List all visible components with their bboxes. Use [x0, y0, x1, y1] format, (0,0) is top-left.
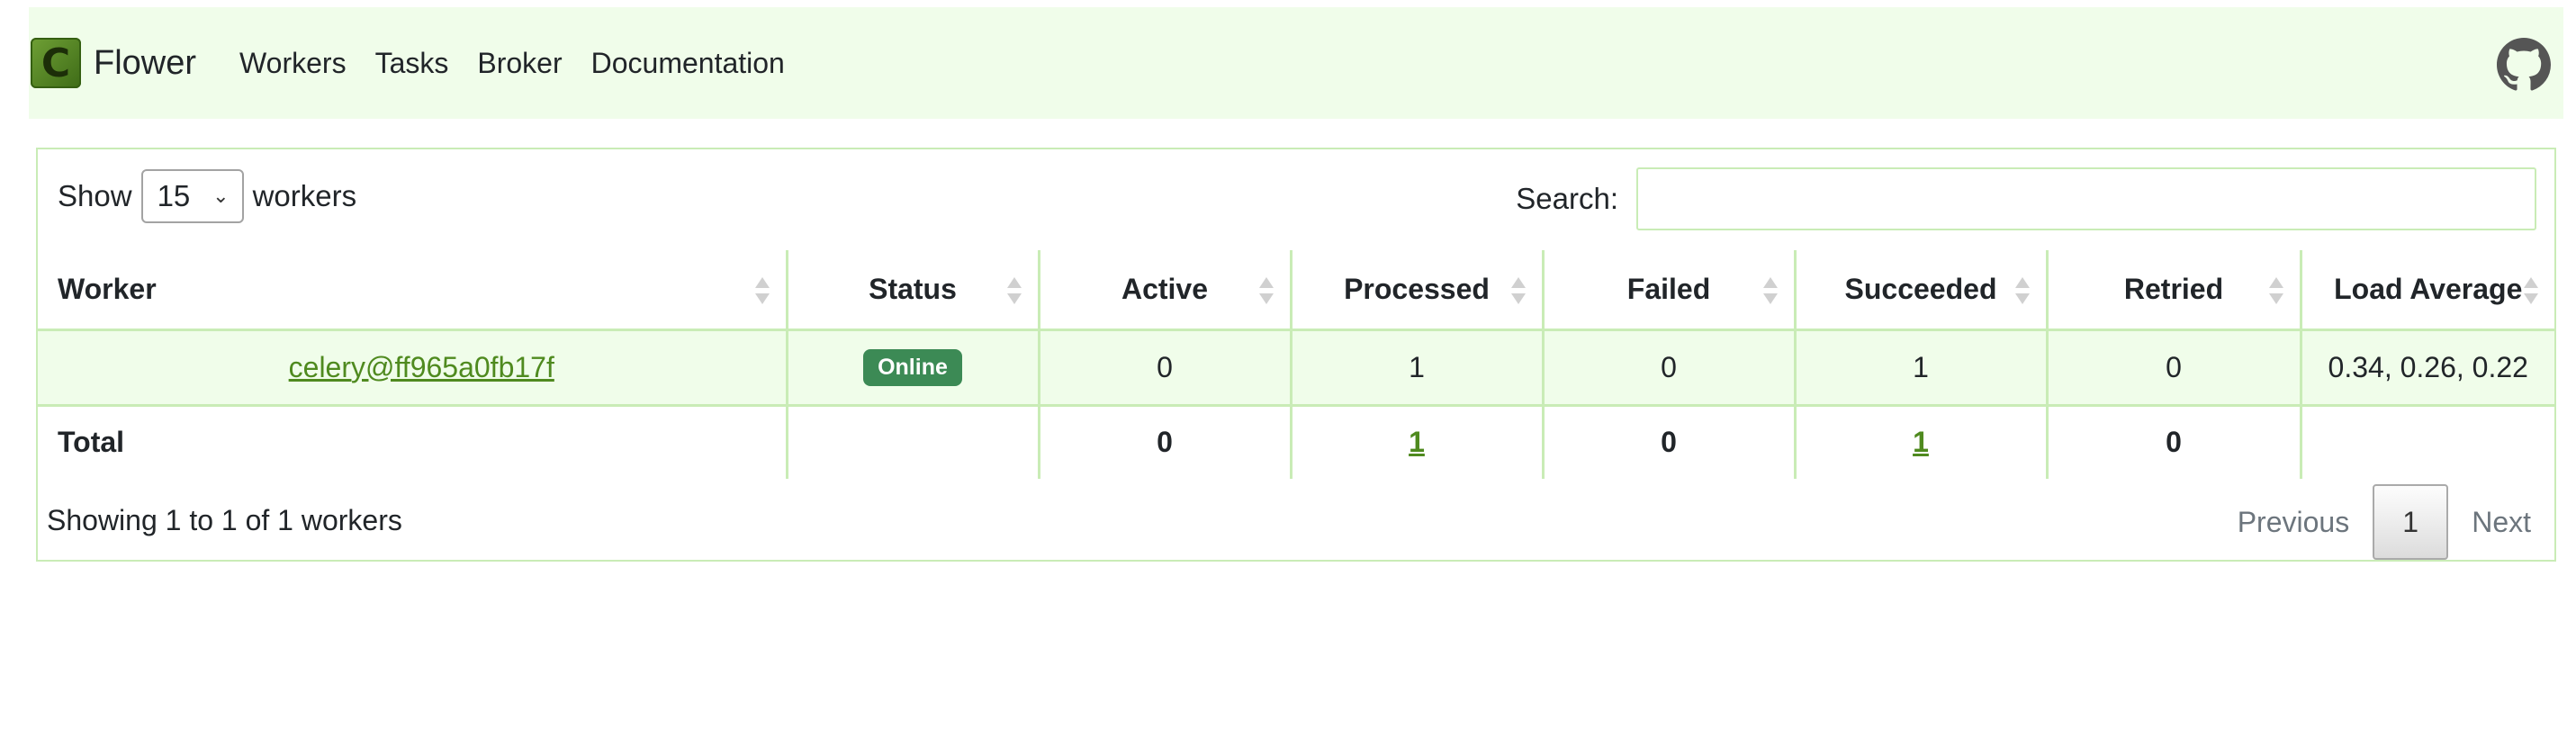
- retried-cell: 0: [2045, 329, 2301, 407]
- nav-documentation[interactable]: Documentation: [591, 47, 785, 80]
- col-header-succeeded[interactable]: Succeeded: [1793, 250, 2047, 331]
- sort-icon: [1510, 277, 1526, 304]
- celery-logo-icon: C: [31, 38, 81, 88]
- failed-cell: 0: [1541, 329, 1795, 407]
- total-failed: 0: [1541, 405, 1795, 479]
- status-badge: Online: [863, 349, 962, 386]
- workers-label: workers: [252, 179, 357, 212]
- worker-link[interactable]: celery@ff965a0fb17f: [289, 351, 554, 383]
- total-status-cell: [785, 405, 1039, 479]
- workers-panel: Show 15 ⌄ workers Search: Worker Status …: [36, 148, 2556, 562]
- nav-tasks[interactable]: Tasks: [375, 47, 449, 80]
- total-succeeded-cell: 1: [1793, 405, 2047, 479]
- table-info: Showing 1 to 1 of 1 workers: [47, 504, 402, 536]
- col-header-processed[interactable]: Processed: [1289, 250, 1543, 331]
- page-size-control: Show 15 ⌄ workers: [58, 169, 356, 223]
- search-label: Search:: [1516, 182, 1618, 215]
- total-succeeded-link[interactable]: 1: [1913, 426, 1929, 458]
- total-label: Total: [58, 426, 125, 459]
- succeeded-cell: 1: [1793, 329, 2047, 407]
- nav-workers[interactable]: Workers: [239, 47, 347, 80]
- next-button[interactable]: Next: [2448, 484, 2554, 560]
- brand-name: Flower: [94, 43, 197, 82]
- col-header-status[interactable]: Status: [785, 250, 1039, 331]
- workers-table: Worker Status Active Processed Failed Su…: [38, 250, 2554, 479]
- sort-icon: [1762, 277, 1778, 304]
- total-retried: 0: [2045, 405, 2301, 479]
- brand[interactable]: C Flower: [31, 38, 196, 88]
- previous-button[interactable]: Previous: [2214, 484, 2373, 560]
- col-header-worker[interactable]: Worker: [38, 250, 787, 331]
- github-icon[interactable]: [2497, 38, 2551, 92]
- col-header-retried[interactable]: Retried: [2045, 250, 2301, 331]
- show-label: Show: [58, 179, 132, 212]
- page-size-value: 15: [157, 179, 191, 212]
- sort-icon: [2014, 277, 2030, 304]
- status-cell: Online: [785, 329, 1039, 407]
- worker-cell: celery@ff965a0fb17f: [38, 329, 787, 407]
- search-input[interactable]: [1636, 167, 2536, 230]
- chevron-down-icon: ⌄: [212, 184, 230, 207]
- nav-links: Workers Tasks Broker Documentation: [239, 47, 814, 80]
- sort-icon: [2268, 277, 2283, 304]
- total-processed-link[interactable]: 1: [1409, 426, 1425, 458]
- active-cell: 0: [1037, 329, 1291, 407]
- page-1-button[interactable]: 1: [2373, 484, 2449, 560]
- pagination: Previous 1 Next: [2214, 484, 2554, 560]
- total-processed-cell: 1: [1289, 405, 1543, 479]
- navbar: C Flower Workers Tasks Broker Documentat…: [29, 7, 2563, 119]
- sort-icon: [754, 277, 770, 304]
- total-load-average: [2299, 405, 2554, 479]
- col-header-failed[interactable]: Failed: [1541, 250, 1795, 331]
- table-header-row: Worker Status Active Processed Failed Su…: [38, 250, 2554, 331]
- search-control: Search:: [1516, 167, 2536, 230]
- sort-icon: [1258, 277, 1274, 304]
- page-size-select[interactable]: 15 ⌄: [140, 169, 244, 223]
- processed-cell: 1: [1289, 329, 1543, 407]
- nav-broker[interactable]: Broker: [477, 47, 562, 80]
- sort-icon: [1006, 277, 1022, 304]
- col-header-active[interactable]: Active: [1037, 250, 1291, 331]
- table-row: celery@ff965a0fb17f Online 0 1 0 1 0 0.3…: [38, 329, 2554, 407]
- total-active: 0: [1037, 405, 1291, 479]
- total-row: Total 0 1 0 1 0: [38, 405, 2554, 479]
- load-average-cell: 0.34, 0.26, 0.22: [2299, 329, 2554, 407]
- sort-icon: [2524, 277, 2538, 304]
- col-header-load-average[interactable]: Load Average: [2299, 250, 2554, 331]
